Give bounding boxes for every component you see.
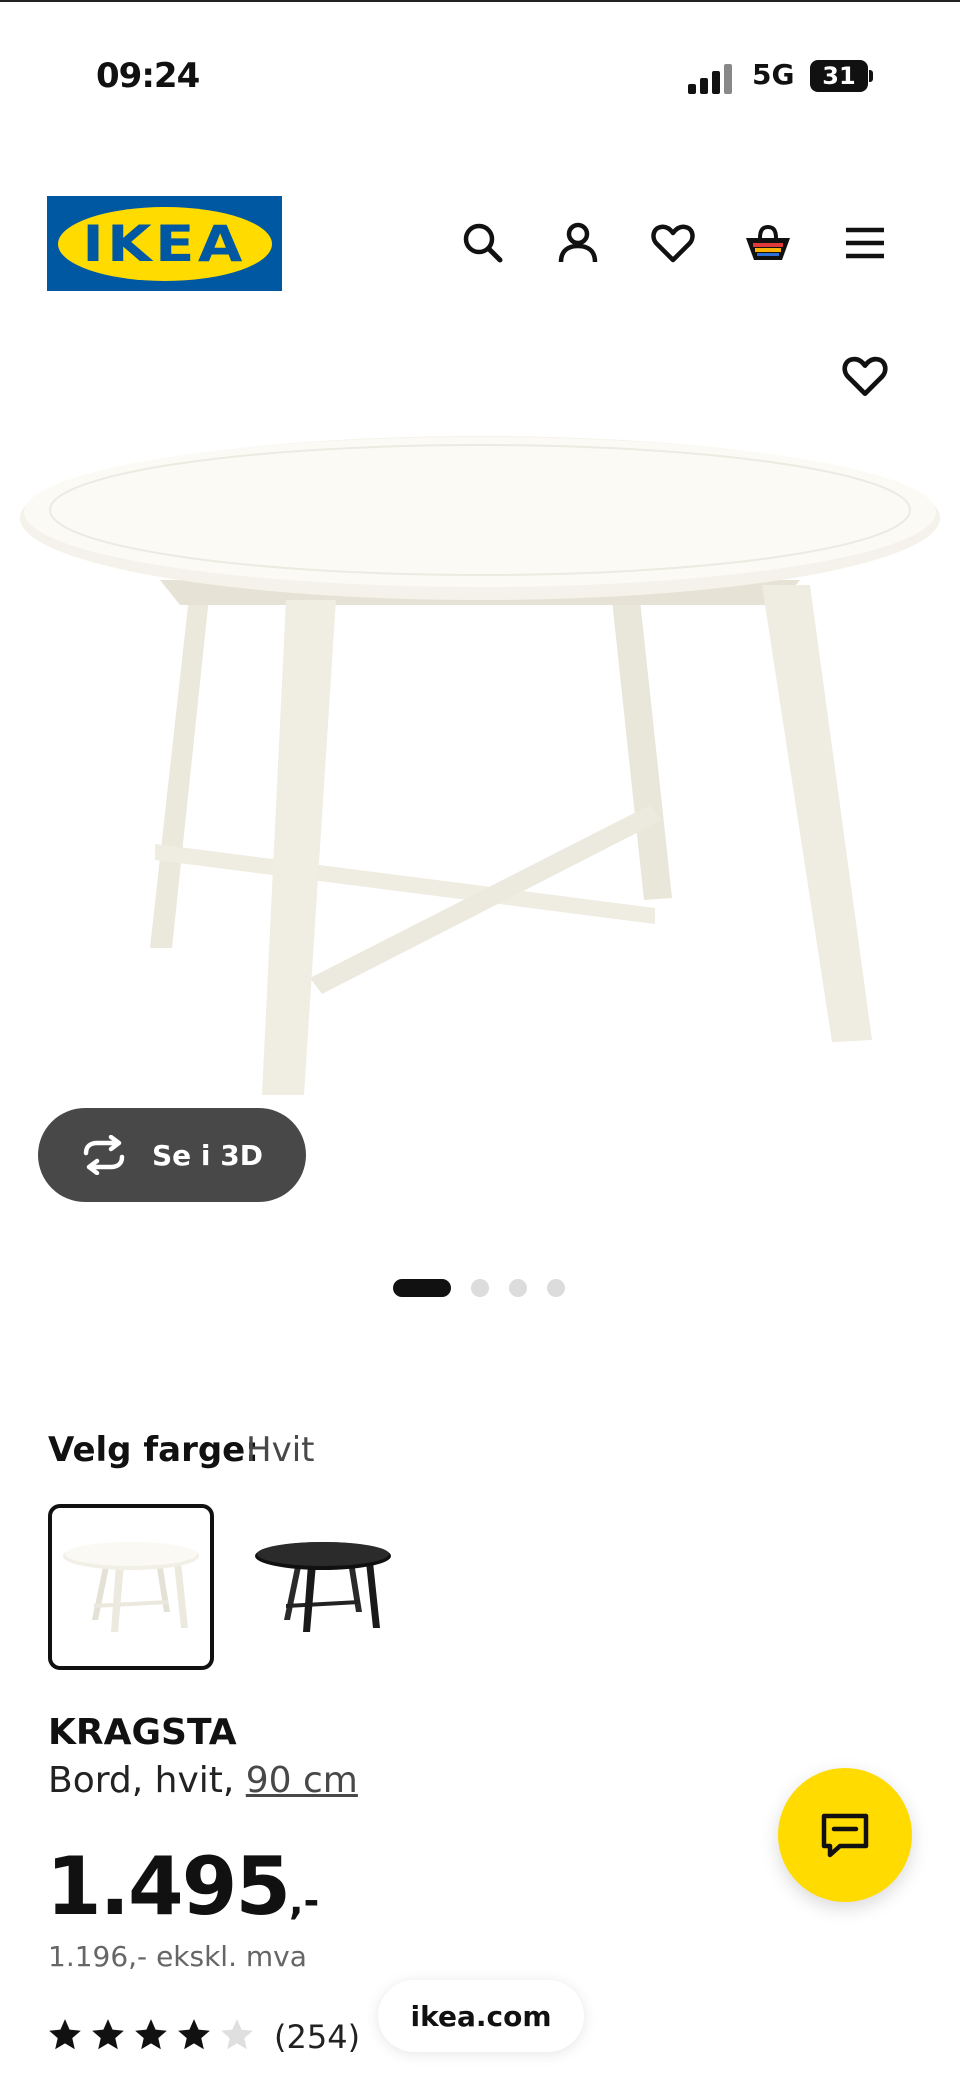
network-type: 5G (752, 58, 795, 91)
review-count[interactable]: (254) (274, 2018, 360, 2056)
browser-url: ikea.com (410, 1999, 552, 2033)
save-favorite-icon[interactable] (839, 350, 891, 402)
browser-url-pill[interactable]: ikea.com (378, 1980, 584, 2052)
product-size-link[interactable]: 90 cm (246, 1760, 358, 1801)
product-name: KRAGSTA (48, 1712, 237, 1753)
menu-icon[interactable] (840, 218, 890, 268)
product-description: Bord, hvit, 90 cm (48, 1760, 358, 1801)
price-suffix: ,- (289, 1879, 320, 1923)
search-icon[interactable] (458, 218, 508, 268)
status-time: 09:24 (96, 56, 200, 96)
heart-icon[interactable] (648, 218, 698, 268)
basket-icon[interactable] (743, 218, 793, 268)
carousel-dot-3[interactable] (509, 1279, 527, 1297)
view-3d-button[interactable]: Se i 3D (38, 1108, 306, 1202)
carousel-dot-1[interactable] (393, 1279, 451, 1297)
star-icon (49, 2019, 81, 2050)
color-swatch-white[interactable] (48, 1504, 214, 1670)
account-icon[interactable] (553, 218, 603, 268)
signal-icon (688, 64, 732, 94)
chat-icon (821, 1813, 869, 1858)
logo-text: IKEA (82, 214, 247, 273)
rotate-3d-icon (83, 1135, 125, 1175)
star-icon (178, 2019, 210, 2050)
color-swatch-black[interactable] (240, 1504, 406, 1670)
product-price: 1.495,- (46, 1840, 319, 1933)
color-picker-label: Velg farge: (48, 1430, 259, 1470)
battery-tip (869, 70, 873, 82)
price-main: 1.495 (46, 1840, 291, 1933)
ikea-logo[interactable]: IKEA (47, 196, 282, 291)
black-table-thumbnail (255, 1542, 391, 1632)
white-table-thumbnail (63, 1542, 199, 1632)
carousel-dot-2[interactable] (471, 1279, 489, 1297)
rating-stars[interactable] (46, 2016, 261, 2054)
battery-level: 31 (822, 62, 856, 90)
star-icon (135, 2019, 167, 2050)
battery-indicator: 31 (810, 60, 868, 92)
logo-oval: IKEA (57, 206, 272, 281)
carousel-indicator (393, 1278, 565, 1298)
product-description-text: Bord, hvit, (48, 1760, 246, 1801)
star-icon (92, 2019, 124, 2050)
price-excl-vat: 1.196,- ekskl. mva (48, 1940, 307, 1973)
product-image[interactable] (0, 400, 960, 1120)
chat-button[interactable] (778, 1768, 912, 1902)
carousel-dot-4[interactable] (547, 1279, 565, 1297)
top-border (0, 0, 960, 2)
star-icon (221, 2019, 253, 2050)
color-picker-value: Hvit (246, 1430, 315, 1470)
view-3d-label: Se i 3D (152, 1138, 263, 1172)
